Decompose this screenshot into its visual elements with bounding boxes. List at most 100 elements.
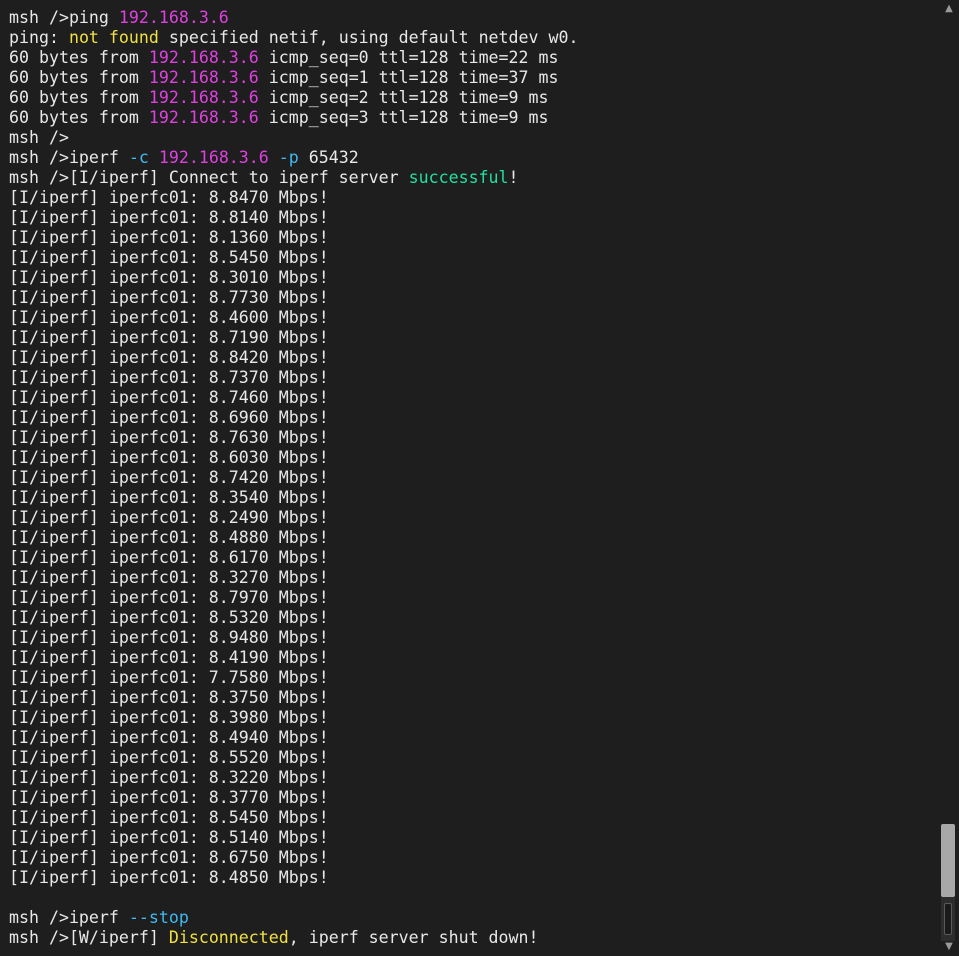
scroll-down-arrow-icon[interactable]: ▼ — [942, 940, 956, 954]
terminal-text-segment: successful — [408, 168, 509, 187]
terminal-text-segment: [I/iperf] iperfc01: 8.3770 Mbps! — [9, 788, 329, 807]
terminal-line: [I/iperf] iperfc01: 8.4190 Mbps! — [9, 648, 929, 668]
scrollbar-grip-notch — [944, 903, 952, 935]
terminal-line: 60 bytes from 192.168.3.6 icmp_seq=3 ttl… — [9, 108, 929, 128]
terminal-text-segment: [I/iperf] iperfc01: 8.6170 Mbps! — [9, 548, 329, 567]
terminal-line: [I/iperf] iperfc01: 8.6960 Mbps! — [9, 408, 929, 428]
terminal-text-segment: icmp_seq=1 ttl=128 time=37 ms — [258, 68, 559, 87]
terminal-line: [I/iperf] iperfc01: 8.7970 Mbps! — [9, 588, 929, 608]
terminal-text-segment: [I/iperf] iperfc01: 8.5320 Mbps! — [9, 608, 329, 627]
terminal-line: [I/iperf] iperfc01: 8.4600 Mbps! — [9, 308, 929, 328]
terminal-line: [I/iperf] iperfc01: 8.1360 Mbps! — [9, 228, 929, 248]
terminal-text-segment: [I/iperf] iperfc01: 8.2490 Mbps! — [9, 508, 329, 527]
terminal-text-segment: 192.168.3.6 — [118, 8, 229, 27]
terminal-line: [I/iperf] iperfc01: 7.7580 Mbps! — [9, 668, 929, 688]
terminal-text-segment: [I/iperf] iperfc01: 8.5450 Mbps! — [9, 808, 329, 827]
terminal-text-segment: msh />ping — [9, 8, 119, 27]
terminal-text-segment: [I/iperf] iperfc01: 8.6750 Mbps! — [9, 848, 329, 867]
terminal-text-segment: 60 bytes from — [9, 68, 149, 87]
terminal-text-segment: [I/iperf] iperfc01: 8.9480 Mbps! — [9, 628, 329, 647]
terminal-text-segment: , iperf server shut down! — [288, 928, 539, 947]
terminal-text-segment: [I/iperf] iperfc01: 8.4940 Mbps! — [9, 728, 329, 747]
terminal-line: [I/iperf] iperfc01: 8.5450 Mbps! — [9, 248, 929, 268]
terminal-line: msh />ping 192.168.3.6 — [9, 8, 929, 28]
vertical-scrollbar[interactable]: ▲ ▼ — [938, 0, 959, 956]
terminal-line: [I/iperf] iperfc01: 8.3980 Mbps! — [9, 708, 929, 728]
terminal-line: msh />[W/iperf] Disconnected, iperf serv… — [9, 928, 929, 948]
terminal-line: 60 bytes from 192.168.3.6 icmp_seq=1 ttl… — [9, 68, 929, 88]
scrollbar-grip[interactable] — [941, 897, 955, 941]
terminal-text-segment: icmp_seq=3 ttl=128 time=9 ms — [258, 108, 549, 127]
terminal-line: [I/iperf] iperfc01: 8.4880 Mbps! — [9, 528, 929, 548]
terminal-text-segment: [I/iperf] iperfc01: 8.7420 Mbps! — [9, 468, 329, 487]
terminal-text-segment: specified netif, using default netdev w0… — [158, 28, 579, 47]
terminal-text-segment: 65432 — [298, 148, 359, 167]
terminal-text-segment: [I/iperf] iperfc01: 8.4600 Mbps! — [9, 308, 329, 327]
terminal-line: [I/iperf] iperfc01: 8.7630 Mbps! — [9, 428, 929, 448]
terminal-line: [I/iperf] iperfc01: 8.7370 Mbps! — [9, 368, 929, 388]
terminal-line: msh />[I/iperf] Connect to iperf server … — [9, 168, 929, 188]
terminal-text-segment: [I/iperf] iperfc01: 8.8420 Mbps! — [9, 348, 329, 367]
terminal-line: msh /> — [9, 128, 929, 148]
terminal-line: [I/iperf] iperfc01: 8.6030 Mbps! — [9, 448, 929, 468]
terminal-line: [I/iperf] iperfc01: 8.2490 Mbps! — [9, 508, 929, 528]
terminal-line: [I/iperf] iperfc01: 8.3270 Mbps! — [9, 568, 929, 588]
terminal-text-segment: ! — [508, 168, 519, 187]
terminal-text-segment: msh />iperf — [9, 148, 129, 167]
terminal-text-segment: 60 bytes from — [9, 108, 149, 127]
terminal-text-segment: [I/iperf] iperfc01: 8.6960 Mbps! — [9, 408, 329, 427]
terminal-line: [I/iperf] iperfc01: 8.5320 Mbps! — [9, 608, 929, 628]
scroll-up-arrow-icon[interactable]: ▲ — [942, 2, 956, 16]
terminal-text-segment: [I/iperf] iperfc01: 8.3980 Mbps! — [9, 708, 329, 727]
terminal-line: [I/iperf] iperfc01: 8.8470 Mbps! — [9, 188, 929, 208]
terminal-text-segment: [I/iperf] iperfc01: 8.7460 Mbps! — [9, 388, 329, 407]
terminal-line: [I/iperf] iperfc01: 8.7190 Mbps! — [9, 328, 929, 348]
terminal-line: [I/iperf] iperfc01: 8.6170 Mbps! — [9, 548, 929, 568]
terminal-line: [I/iperf] iperfc01: 8.3750 Mbps! — [9, 688, 929, 708]
terminal-line: msh />iperf -c 192.168.3.6 -p 65432 — [9, 148, 929, 168]
terminal-text-segment: [I/iperf] iperfc01: 8.4190 Mbps! — [9, 648, 329, 667]
terminal-window[interactable]: msh />ping 192.168.3.6 ping: not found sp… — [0, 0, 959, 956]
terminal-line: [I/iperf] iperfc01: 8.8140 Mbps! — [9, 208, 929, 228]
terminal-line: 60 bytes from 192.168.3.6 icmp_seq=2 ttl… — [9, 88, 929, 108]
terminal-text-segment: ping: — [9, 28, 69, 47]
terminal-text-segment: --stop — [128, 908, 189, 927]
terminal-text-segment: [I/iperf] iperfc01: 8.3750 Mbps! — [9, 688, 329, 707]
terminal-text-segment: 192.168.3.6 — [158, 148, 269, 167]
terminal-line: [I/iperf] iperfc01: 8.4850 Mbps! — [9, 868, 929, 888]
terminal-line: [I/iperf] iperfc01: 8.7730 Mbps! — [9, 288, 929, 308]
terminal-line: [I/iperf] iperfc01: 8.4940 Mbps! — [9, 728, 929, 748]
terminal-line: [I/iperf] iperfc01: 8.3220 Mbps! — [9, 768, 929, 788]
terminal-text-segment: 60 bytes from — [9, 48, 149, 67]
terminal-text-segment: 192.168.3.6 — [148, 108, 259, 127]
terminal-line: [I/iperf] iperfc01: 8.5520 Mbps! — [9, 748, 929, 768]
terminal-text-segment: msh />iperf — [9, 908, 129, 927]
terminal-line: [I/iperf] iperfc01: 8.5450 Mbps! — [9, 808, 929, 828]
terminal-text-segment: icmp_seq=2 ttl=128 time=9 ms — [258, 88, 549, 107]
terminal-text-segment: [I/iperf] iperfc01: 8.7370 Mbps! — [9, 368, 329, 387]
terminal-text-segment: -c — [128, 148, 149, 167]
terminal-line: [I/iperf] iperfc01: 8.3010 Mbps! — [9, 268, 929, 288]
terminal-text-segment: [I/iperf] iperfc01: 8.8470 Mbps! — [9, 188, 329, 207]
terminal-text-segment: [I/iperf] iperfc01: 8.7730 Mbps! — [9, 288, 329, 307]
terminal-text-segment: msh /> — [9, 128, 69, 147]
scrollbar-thumb[interactable] — [941, 824, 955, 897]
terminal-text-segment: -p — [278, 148, 299, 167]
terminal-line: 60 bytes from 192.168.3.6 icmp_seq=0 ttl… — [9, 48, 929, 68]
terminal-text-segment: [I/iperf] iperfc01: 8.3540 Mbps! — [9, 488, 329, 507]
terminal-text-segment: 192.168.3.6 — [148, 88, 259, 107]
terminal-text-segment: [I/iperf] iperfc01: 8.5140 Mbps! — [9, 828, 329, 847]
terminal-text-segment: [I/iperf] iperfc01: 8.8140 Mbps! — [9, 208, 329, 227]
terminal-text-segment: [I/iperf] iperfc01: 8.7630 Mbps! — [9, 428, 329, 447]
terminal-text-segment: msh />[W/iperf] — [9, 928, 169, 947]
terminal-line: ping: not found specified netif, using d… — [9, 28, 929, 48]
terminal-text-segment: msh />[I/iperf] Connect to iperf server — [9, 168, 409, 187]
terminal-text-segment: [I/iperf] iperfc01: 7.7580 Mbps! — [9, 668, 329, 687]
terminal-text-segment: [I/iperf] iperfc01: 8.3270 Mbps! — [9, 568, 329, 587]
terminal-text-segment: [I/iperf] iperfc01: 8.7190 Mbps! — [9, 328, 329, 347]
terminal-text-segment: [I/iperf] iperfc01: 8.6030 Mbps! — [9, 448, 329, 467]
terminal-line: [I/iperf] iperfc01: 8.6750 Mbps! — [9, 848, 929, 868]
